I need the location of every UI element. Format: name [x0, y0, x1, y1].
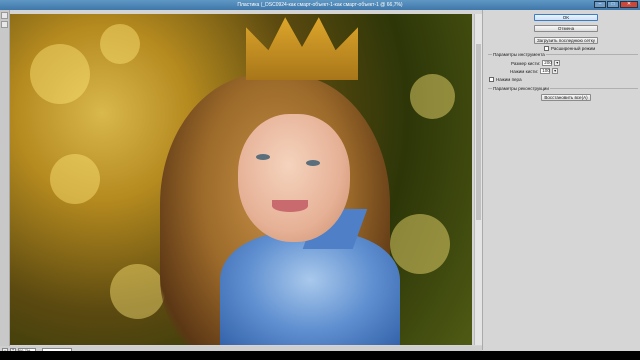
chevron-down-icon[interactable]: ▾ [552, 68, 559, 74]
bokeh-light [390, 214, 450, 274]
screen-bottom-strip [0, 351, 640, 360]
reconstruct-tool-icon[interactable] [1, 21, 8, 28]
advanced-mode-checkbox[interactable]: Расширенный режим [544, 46, 595, 51]
window-title: Пластика (_DSC0924-как смарт-объект-1-ка… [237, 2, 403, 8]
forward-warp-tool-icon[interactable] [1, 12, 8, 19]
tool-strip [0, 10, 10, 350]
reconstruct-options-header: Параметры реконструкции [492, 86, 550, 91]
bokeh-light [110, 264, 165, 319]
brush-size-label: Размер кисти: [511, 60, 541, 66]
tool-options-header: Параметры инструмента [492, 52, 546, 57]
restore-all-button[interactable]: Восстановить все(A) [541, 94, 591, 101]
ok-button[interactable]: OK [534, 14, 598, 21]
vertical-scrollbar[interactable] [474, 14, 482, 345]
checkbox-box[interactable] [489, 77, 494, 82]
maximize-button[interactable]: □ [607, 1, 619, 8]
close-button[interactable]: ✕ [620, 1, 638, 8]
right-eye [306, 160, 320, 166]
window-controls: – □ ✕ [594, 1, 638, 8]
bokeh-light [30, 44, 90, 104]
gold-crown [246, 17, 358, 80]
advanced-mode-label: Расширенный режим [551, 46, 596, 51]
liquify-window: Пластика (_DSC0924-как смарт-объект-1-ка… [0, 0, 640, 360]
brush-size-input[interactable]: 200 [542, 60, 553, 66]
load-last-mesh-button[interactable]: Загрузить последнюю сетку [534, 37, 598, 44]
minimize-button[interactable]: – [594, 1, 606, 8]
girl-face [238, 114, 350, 242]
left-eye [256, 154, 270, 160]
cancel-button[interactable]: Отмена [534, 25, 598, 32]
smile [272, 200, 308, 212]
options-panel: OK Отмена Загрузить последнюю сетку Расш… [482, 10, 640, 350]
bokeh-light [50, 154, 100, 204]
brush-size-field: Размер кисти: 200 ▾ [511, 60, 561, 66]
image-canvas[interactable] [10, 14, 472, 345]
checkbox-box[interactable] [544, 46, 549, 51]
scroll-thumb[interactable] [476, 44, 481, 220]
chevron-down-icon[interactable]: ▾ [554, 60, 561, 66]
brush-pressure-input[interactable]: 100 [540, 68, 551, 74]
brush-pressure-label: Нажим кисти: [510, 68, 539, 74]
bokeh-light [410, 74, 455, 119]
brush-pressure-field: Нажим кисти: 100 ▾ [510, 68, 559, 74]
stylus-pressure-label: Нажим пера [496, 77, 522, 82]
stylus-pressure-checkbox[interactable]: Нажим пера [489, 77, 522, 82]
title-bar: Пластика (_DSC0924-как смарт-объект-1-ка… [0, 0, 640, 10]
bokeh-light [100, 24, 140, 64]
